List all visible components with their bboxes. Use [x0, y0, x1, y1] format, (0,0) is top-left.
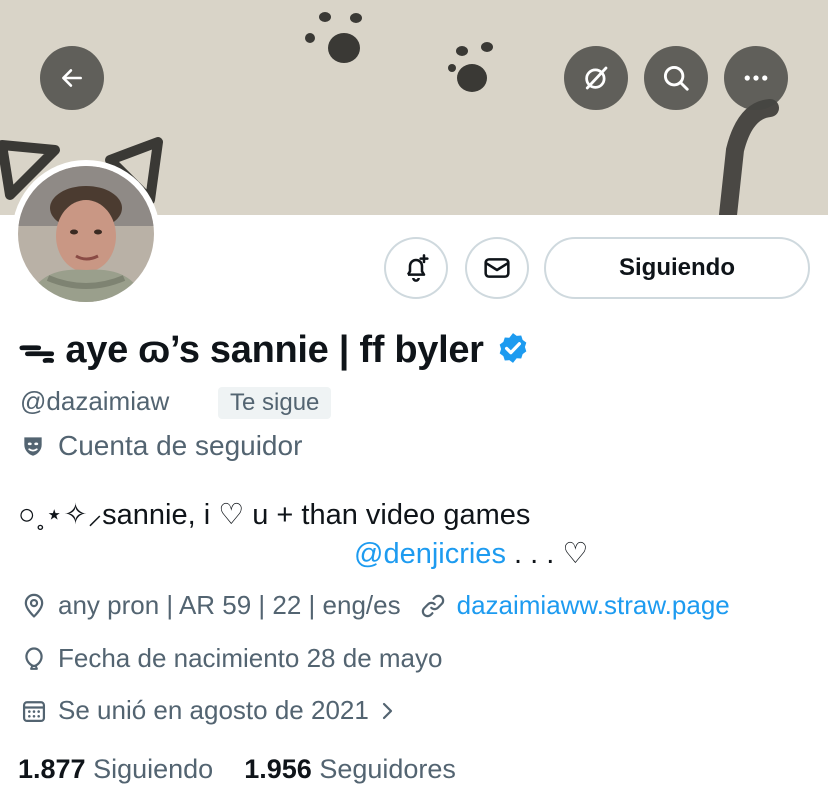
- location-text: any pron | AR 59 | 22 | eng/es: [58, 590, 401, 620]
- followers-label: Seguidores: [319, 754, 456, 784]
- followers-stat[interactable]: 1.956 Seguidores: [244, 754, 456, 784]
- display-name: ᯓ aye ɷ’s sannie | ff byler: [18, 322, 530, 374]
- following-stat[interactable]: 1.877 Siguiendo: [18, 754, 213, 784]
- avatar-photo: [18, 166, 154, 302]
- more-button[interactable]: [724, 46, 788, 110]
- account-type-row[interactable]: Cuenta de seguidor: [20, 430, 302, 462]
- account-type-label: Cuenta de seguidor: [58, 430, 303, 461]
- birthdate-row: Fecha de nacimiento 28 de mayo: [20, 643, 442, 674]
- follows-you-badge: Te sigue: [218, 387, 332, 419]
- follow-stats: 1.877 Siguiendo 1.956 Seguidores: [18, 754, 456, 785]
- bio-line-2-suffix: . . . ♡: [505, 538, 589, 570]
- envelope-icon: [484, 258, 510, 278]
- link-icon: [421, 594, 444, 617]
- following-count: 1.877: [18, 754, 86, 784]
- more-horizontal-icon: [744, 75, 768, 81]
- following-button[interactable]: Siguiendo: [544, 237, 810, 299]
- display-name-text: ᯓ aye ɷ’s sannie | ff byler: [18, 329, 484, 371]
- bell-plus-icon: [406, 254, 429, 282]
- chevron-right-icon: [382, 702, 392, 719]
- bio-line-2: @denjicries . . . ♡: [354, 536, 588, 571]
- bio-mention-link[interactable]: @denjicries: [354, 538, 506, 570]
- following-label: Siguiendo: [93, 754, 214, 784]
- search-button[interactable]: [644, 46, 708, 110]
- message-button[interactable]: [465, 237, 529, 299]
- back-button[interactable]: [40, 46, 104, 110]
- website-link[interactable]: dazaimiaww.straw.page: [457, 590, 730, 621]
- search-icon: [663, 65, 689, 91]
- grok-icon: [585, 66, 608, 90]
- bio-line-1: ○˳⋆✧⸝sannie, i ♡ u + than video games: [18, 499, 531, 531]
- calendar-icon: [22, 700, 46, 722]
- notifications-button[interactable]: [384, 237, 448, 299]
- masks-icon: [24, 437, 42, 456]
- verified-badge-icon[interactable]: [496, 331, 530, 365]
- profile-handle: @dazaimiaw: [20, 386, 170, 416]
- joined-row[interactable]: Se unió en agosto de 2021: [20, 695, 409, 726]
- joined-text: Se unió en agosto de 2021: [58, 695, 369, 725]
- location-pin-icon: [24, 593, 44, 618]
- location-row: any pron | AR 59 | 22 | eng/es dazaimiaw…: [20, 590, 730, 621]
- avatar[interactable]: [12, 160, 160, 308]
- balloon-icon: [25, 646, 43, 670]
- grok-button[interactable]: [564, 46, 628, 110]
- followers-count: 1.956: [244, 754, 312, 784]
- birthdate-text: Fecha de nacimiento 28 de mayo: [58, 643, 443, 673]
- arrow-left-icon: [62, 69, 82, 87]
